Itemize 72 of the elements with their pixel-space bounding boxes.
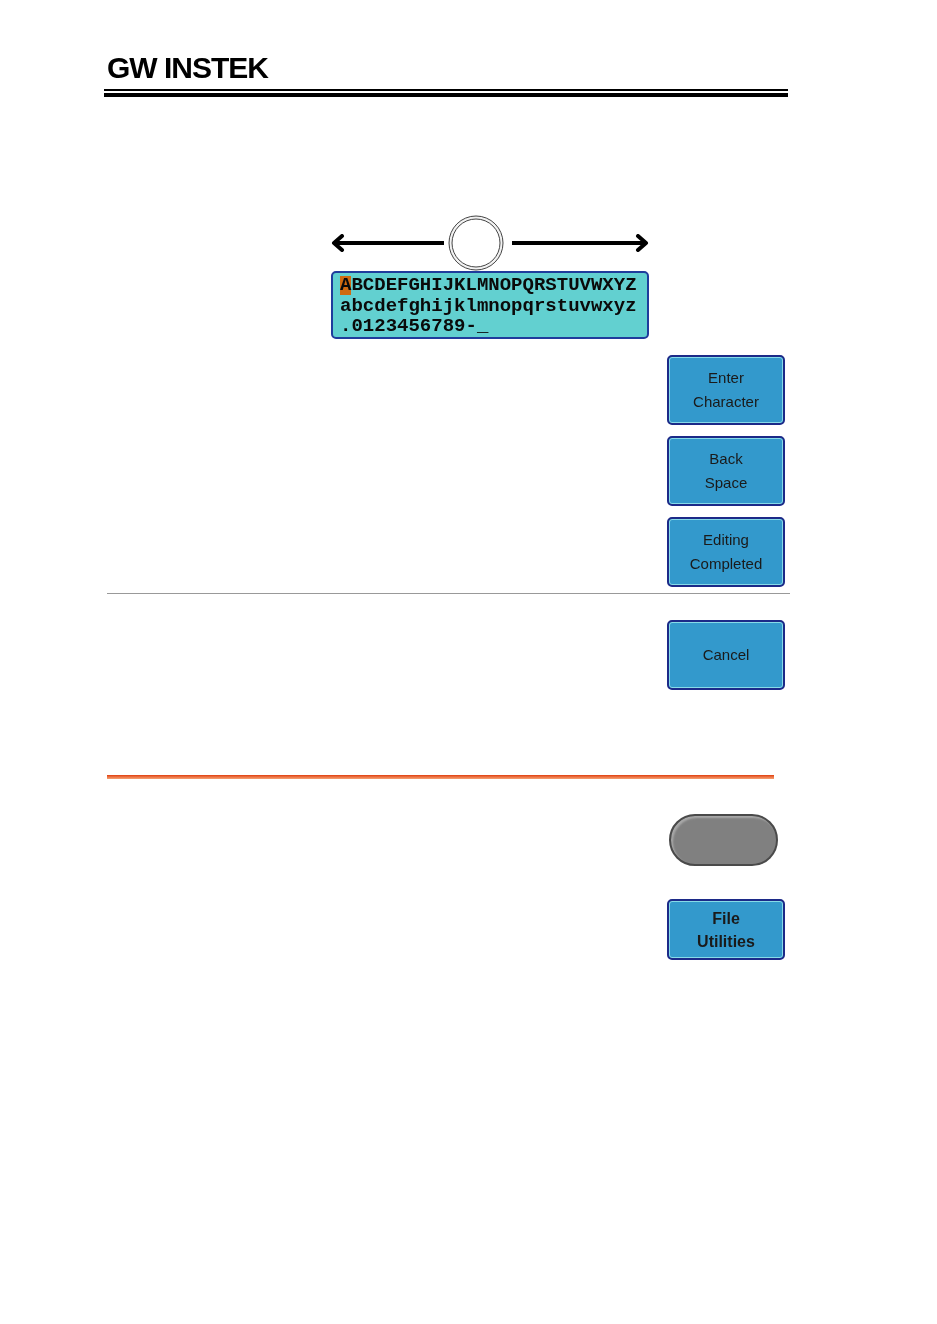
knob-icon [448,215,504,271]
character[interactable]: k [454,296,466,316]
character[interactable]: D [374,275,386,295]
character[interactable]: P [511,275,523,295]
character[interactable]: n [488,296,500,316]
character[interactable]: 0 [351,317,363,337]
character[interactable]: F [397,275,409,295]
character[interactable]: i [431,296,443,316]
character[interactable]: 9 [454,317,466,337]
character[interactable]: a [340,296,352,316]
character[interactable]: b [351,296,363,316]
character[interactable]: 8 [442,317,455,337]
character[interactable]: X [602,275,614,295]
character[interactable]: Y [613,275,626,295]
character[interactable]: _ [476,317,489,337]
character[interactable]: x [602,296,614,316]
character[interactable]: W [590,275,603,295]
cancel-button[interactable]: Cancel [667,620,785,690]
character[interactable]: . [340,317,352,337]
character[interactable]: s [545,296,557,316]
character[interactable]: B [351,275,363,295]
character[interactable]: H [419,275,432,295]
softkey-button[interactable]: Editing Completed [667,517,785,587]
character[interactable]: y [613,296,626,316]
character[interactable]: L [465,275,477,295]
character[interactable]: f [397,296,409,316]
character[interactable]: 2 [374,317,386,337]
rounded-key-icon [669,814,778,866]
character[interactable]: 3 [385,317,398,337]
softkey-button[interactable]: Enter Character [667,355,785,425]
character[interactable]: v [579,296,591,316]
softkey-button[interactable]: Back Space [667,436,785,506]
character[interactable]: l [465,296,477,316]
character[interactable]: Z [625,275,637,295]
character[interactable]: N [488,275,500,295]
character[interactable]: q [522,296,534,316]
character[interactable]: e [385,296,398,316]
character[interactable]: g [408,296,420,316]
brand-logo: GW INSTEK [107,55,268,81]
character[interactable]: r [533,296,546,316]
character[interactable]: o [499,296,512,316]
character[interactable]: S [545,275,557,295]
character[interactable]: d [374,296,386,316]
character[interactable]: K [454,275,466,295]
character[interactable]: T [556,275,569,295]
character[interactable]: 4 [397,317,409,337]
character[interactable]: J [442,275,455,295]
character[interactable]: w [590,296,603,316]
character[interactable]: R [533,275,546,295]
character[interactable]: h [419,296,432,316]
character[interactable]: 5 [408,317,420,337]
character[interactable]: V [579,275,591,295]
character[interactable]: C [362,275,375,295]
character[interactable]: t [556,296,569,316]
character[interactable]: c [362,296,375,316]
character[interactable]: Q [522,275,534,295]
character[interactable]: 1 [362,317,375,337]
character[interactable]: m [476,296,489,316]
character[interactable]: 6 [419,317,432,337]
character[interactable]: M [476,275,489,295]
character[interactable]: j [442,296,455,316]
character[interactable]: z [625,296,637,316]
character[interactable]: I [431,275,443,295]
character[interactable]: 7 [431,317,443,337]
character[interactable]: O [499,275,512,295]
character[interactable]: G [408,275,420,295]
character[interactable]: U [568,275,580,295]
character[interactable]: - [465,317,477,337]
character[interactable]: p [511,296,523,316]
file-utilities-button[interactable]: File Utilities [667,899,785,960]
character[interactable]: u [568,296,580,316]
character[interactable]: E [385,275,398,295]
